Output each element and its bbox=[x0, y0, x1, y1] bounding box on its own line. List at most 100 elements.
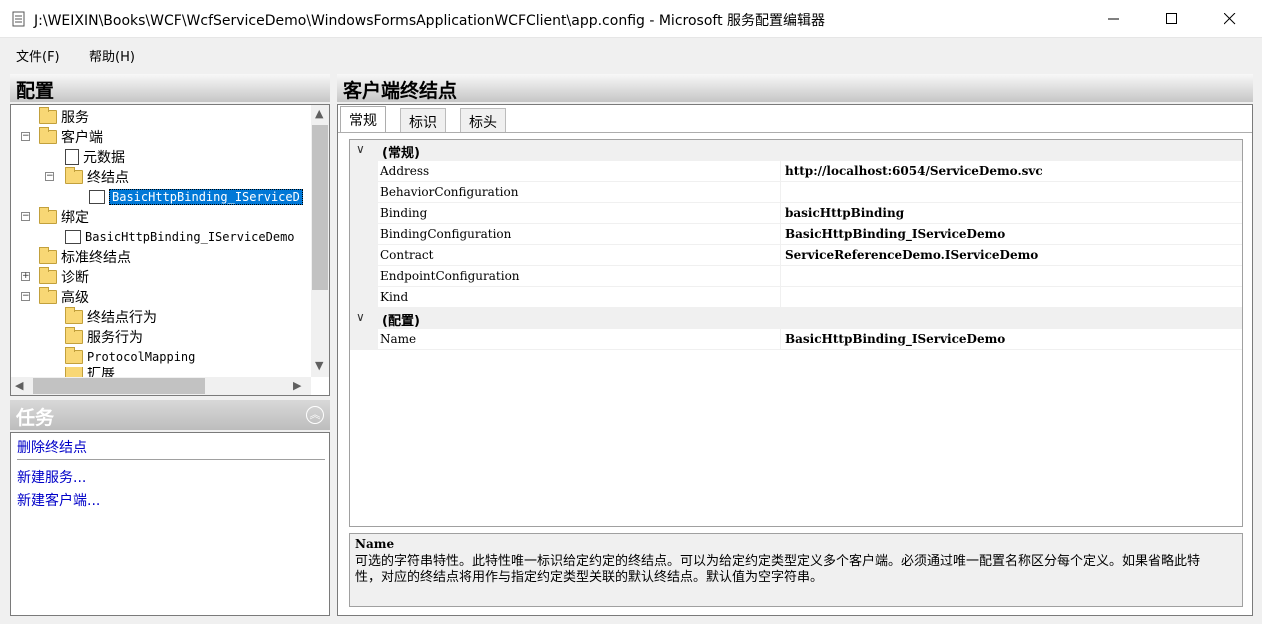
new-client-link[interactable]: 新建客户端... bbox=[17, 490, 100, 510]
collapse-icon[interactable]: − bbox=[45, 172, 54, 181]
scroll-left-icon[interactable]: ◀ bbox=[15, 379, 23, 392]
tree-item-endpoint-selected[interactable]: BasicHttpBinding_IServiceD bbox=[89, 187, 303, 207]
folder-icon bbox=[39, 287, 57, 304]
folder-icon bbox=[65, 327, 83, 344]
property-value[interactable]: basicHttpBinding bbox=[781, 203, 1242, 224]
category-general[interactable]: ∨ (常规) bbox=[350, 140, 1242, 161]
configuration-tree[interactable]: 服务 − 客户端 元数据 − 终结点 BasicHttpBinding_ISer… bbox=[10, 104, 330, 396]
property-row[interactable]: Name BasicHttpBinding_IServiceDemo bbox=[350, 329, 1242, 350]
tasks-header: 任务 ︽ bbox=[10, 400, 330, 430]
property-description: Name 可选的字符串特性。此特性唯一标识给定约定的终结点。可以为给定约定类型定… bbox=[349, 533, 1243, 607]
endpoint-icon bbox=[89, 190, 105, 204]
scroll-up-icon[interactable]: ▲ bbox=[315, 107, 323, 120]
property-name: Binding bbox=[378, 203, 780, 224]
tree-item-binding-config[interactable]: BasicHttpBinding_IServiceDemo bbox=[65, 227, 295, 247]
description-title: Name bbox=[355, 537, 395, 551]
tree-item-diagnostics[interactable]: 诊断 bbox=[39, 267, 89, 287]
tab-bar-line bbox=[338, 132, 1252, 133]
tree-horizontal-scrollbar[interactable]: ◀ ▶ bbox=[11, 377, 311, 395]
config-editor-icon bbox=[12, 11, 25, 27]
window-title: J:\WEIXIN\Books\WCF\WcfServiceDemo\Windo… bbox=[34, 13, 826, 29]
description-text: 可选的字符串特性。此特性唯一标识给定约定的终结点。可以为给定约定类型定义多个客户… bbox=[355, 554, 1201, 585]
property-row[interactable]: EndpointConfiguration bbox=[350, 266, 1242, 287]
tree-item-service-behaviors[interactable]: 服务行为 bbox=[65, 327, 143, 347]
folder-icon bbox=[39, 107, 57, 124]
tree-item-standard-endpoints[interactable]: 标准终结点 bbox=[39, 247, 131, 267]
property-name: Name bbox=[378, 329, 780, 350]
scroll-down-icon[interactable]: ▼ bbox=[315, 359, 323, 372]
maximize-icon bbox=[1166, 13, 1177, 24]
folder-icon bbox=[65, 307, 83, 324]
property-row[interactable]: Contract ServiceReferenceDemo.IServiceDe… bbox=[350, 245, 1242, 266]
tree-item-extensions[interactable]: 扩展 bbox=[65, 367, 115, 377]
binding-icon bbox=[65, 230, 81, 244]
property-row[interactable]: BehaviorConfiguration bbox=[350, 182, 1242, 203]
tree-vertical-scrollbar[interactable]: ▲ ▼ bbox=[311, 105, 329, 377]
property-name: EndpointConfiguration bbox=[378, 266, 780, 287]
tree-item-advanced[interactable]: 高级 bbox=[39, 287, 89, 307]
folder-icon bbox=[65, 347, 83, 364]
collapse-icon[interactable]: − bbox=[21, 212, 30, 221]
collapse-icon[interactable]: − bbox=[21, 292, 30, 301]
folder-icon bbox=[39, 207, 57, 224]
property-value[interactable]: BasicHttpBinding_IServiceDemo bbox=[781, 329, 1242, 350]
property-row[interactable]: Binding basicHttpBinding bbox=[350, 203, 1242, 224]
tree-item-protocol-mapping[interactable]: ProtocolMapping bbox=[65, 347, 195, 367]
close-button[interactable] bbox=[1200, 0, 1260, 38]
property-row[interactable]: Address http://localhost:6054/ServiceDem… bbox=[350, 161, 1242, 182]
minimize-button[interactable] bbox=[1084, 0, 1144, 38]
property-name: Contract bbox=[378, 245, 780, 266]
tree-item-endpoint-behaviors[interactable]: 终结点行为 bbox=[65, 307, 157, 327]
menu-bar: 文件(F) 帮助(H) bbox=[0, 39, 1262, 69]
property-name: Address bbox=[378, 161, 780, 182]
property-value[interactable] bbox=[781, 182, 1242, 203]
folder-icon bbox=[39, 247, 57, 264]
configuration-header: 配置 bbox=[10, 74, 330, 102]
property-name: BehaviorConfiguration bbox=[378, 182, 780, 203]
property-value[interactable]: http://localhost:6054/ServiceDemo.svc bbox=[781, 161, 1242, 182]
tasks-title: 任务 bbox=[16, 407, 55, 429]
collapse-icon[interactable]: − bbox=[21, 132, 30, 141]
menu-file[interactable]: 文件(F) bbox=[16, 46, 60, 65]
chevron-down-icon[interactable]: ∨ bbox=[356, 142, 365, 156]
property-name: BindingConfiguration bbox=[378, 224, 780, 245]
delete-endpoint-link[interactable]: 删除终结点 bbox=[17, 437, 87, 457]
folder-icon bbox=[39, 267, 57, 284]
client-endpoint-panel: 常规 标识 标头 ∨ (常规) Address http://localhost… bbox=[337, 104, 1253, 616]
tree-item-endpoints[interactable]: 终结点 bbox=[65, 167, 129, 187]
tasks-divider bbox=[17, 459, 325, 460]
tree-item-services[interactable]: 服务 bbox=[39, 107, 89, 127]
property-value[interactable] bbox=[781, 287, 1242, 308]
tab-identity[interactable]: 标识 bbox=[400, 108, 446, 132]
new-service-link[interactable]: 新建服务... bbox=[17, 467, 86, 487]
tree-item-client[interactable]: 客户端 bbox=[39, 127, 103, 147]
property-row[interactable]: Kind bbox=[350, 287, 1242, 308]
folder-icon bbox=[65, 367, 83, 377]
tab-headers[interactable]: 标头 bbox=[460, 108, 506, 132]
property-value[interactable] bbox=[781, 266, 1242, 287]
folder-icon bbox=[65, 167, 83, 184]
category-configuration[interactable]: ∨ (配置) bbox=[350, 308, 1242, 329]
tree-item-bindings[interactable]: 绑定 bbox=[39, 207, 89, 227]
menu-help[interactable]: 帮助(H) bbox=[89, 46, 135, 65]
property-name: Kind bbox=[378, 287, 780, 308]
title-bar: J:\WEIXIN\Books\WCF\WcfServiceDemo\Windo… bbox=[0, 0, 1262, 38]
tasks-panel: 删除终结点 新建服务... 新建客户端... bbox=[10, 432, 330, 616]
tree-horizontal-scroll-thumb[interactable] bbox=[33, 378, 205, 394]
expand-icon[interactable]: + bbox=[21, 272, 30, 281]
metadata-icon bbox=[65, 149, 79, 165]
property-grid[interactable]: ∨ (常规) Address http://localhost:6054/Ser… bbox=[349, 139, 1243, 527]
maximize-button[interactable] bbox=[1142, 0, 1202, 38]
property-value[interactable]: ServiceReferenceDemo.IServiceDemo bbox=[781, 245, 1242, 266]
chevron-up-icon[interactable]: ︽ bbox=[306, 406, 324, 424]
tab-general[interactable]: 常规 bbox=[340, 106, 386, 133]
tree-vertical-scroll-thumb[interactable] bbox=[312, 125, 328, 290]
configuration-title: 配置 bbox=[16, 80, 55, 102]
close-icon bbox=[1224, 13, 1236, 25]
property-row[interactable]: BindingConfiguration BasicHttpBinding_IS… bbox=[350, 224, 1242, 245]
folder-icon bbox=[39, 127, 57, 144]
chevron-down-icon[interactable]: ∨ bbox=[356, 310, 365, 324]
property-value[interactable]: BasicHttpBinding_IServiceDemo bbox=[781, 224, 1242, 245]
tree-item-metadata[interactable]: 元数据 bbox=[65, 147, 125, 167]
scroll-right-icon[interactable]: ▶ bbox=[293, 379, 301, 392]
